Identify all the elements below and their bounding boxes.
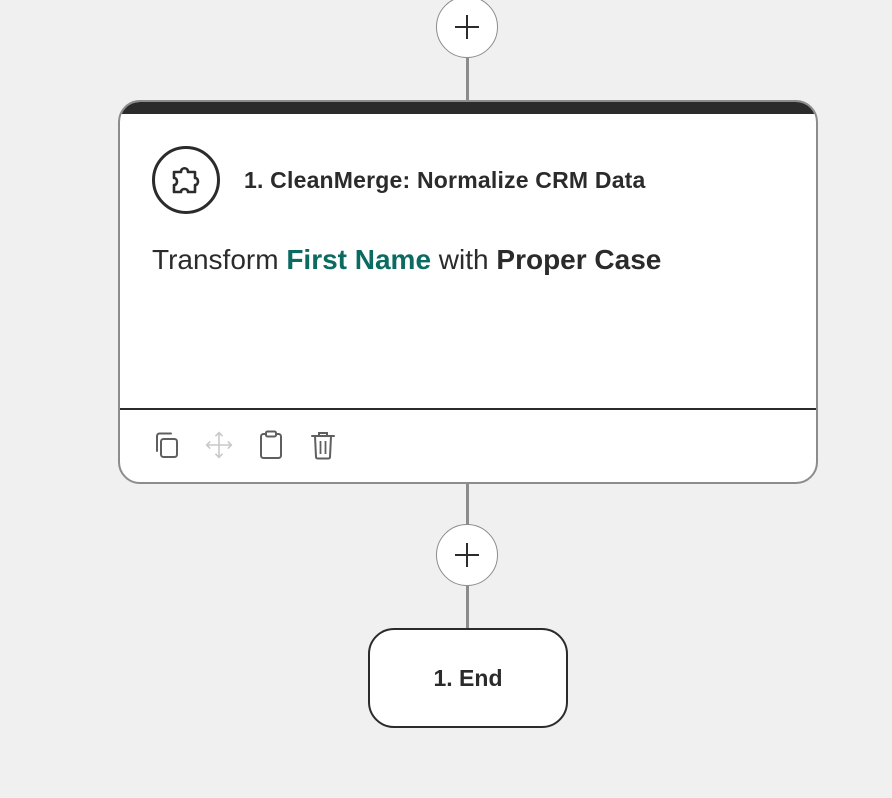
trash-icon: [311, 432, 335, 460]
copy-icon: [156, 432, 178, 458]
step-card-toolbar: [152, 428, 338, 462]
step-card[interactable]: 1. CleanMerge: Normalize CRM Data Transf…: [118, 100, 818, 484]
copy-step-button[interactable]: [152, 428, 182, 462]
summary-field-name: First Name: [286, 244, 432, 275]
step-card-header: 1. CleanMerge: Normalize CRM Data: [152, 146, 646, 214]
step-summary: Transform First Name with Proper Case: [152, 244, 661, 276]
step-card-header-bar: [120, 102, 816, 114]
plus-icon: [455, 15, 479, 39]
puzzle-piece-icon: [152, 146, 220, 214]
connector-line-bottom: [466, 586, 469, 630]
step-card-divider: [120, 408, 816, 410]
flow-canvas: 1. CleanMerge: Normalize CRM Data Transf…: [0, 0, 892, 798]
connector-line-middle: [466, 484, 469, 526]
paste-step-button[interactable]: [256, 428, 286, 462]
add-step-button-middle[interactable]: [436, 524, 498, 586]
move-icon: [205, 431, 233, 459]
step-title: 1. CleanMerge: Normalize CRM Data: [244, 166, 646, 193]
delete-step-button[interactable]: [308, 428, 338, 462]
end-node[interactable]: 1. End: [368, 628, 568, 728]
add-step-button-top[interactable]: [436, 0, 498, 58]
connector-line-top: [466, 58, 469, 102]
summary-prefix: Transform: [152, 244, 287, 275]
plus-icon: [455, 543, 479, 567]
clipboard-icon: [260, 430, 282, 459]
summary-operation-name: Proper Case: [496, 244, 662, 275]
move-step-button[interactable]: [204, 428, 234, 462]
summary-middle: with: [431, 244, 497, 275]
